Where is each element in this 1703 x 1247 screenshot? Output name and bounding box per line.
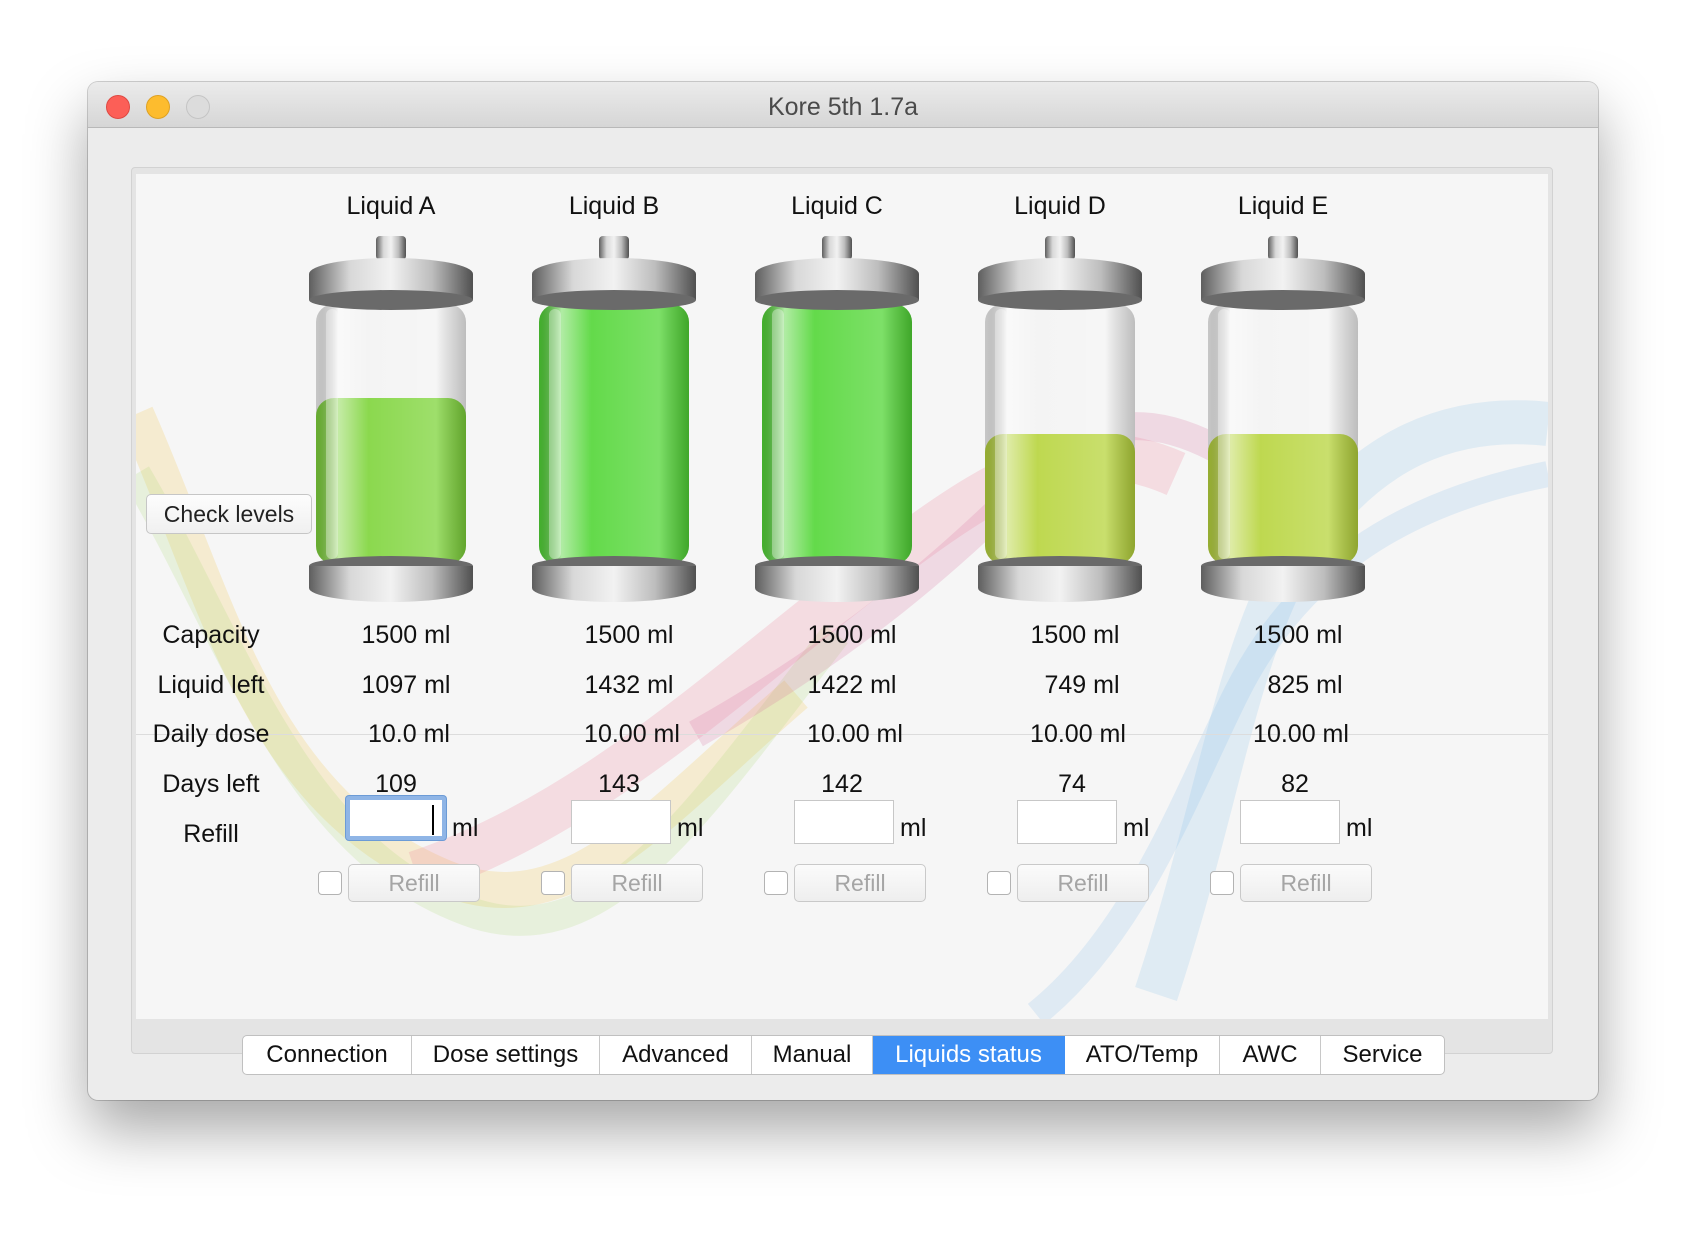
liquid-c-title: Liquid C	[791, 192, 883, 220]
liquid-c-daily-dose: 10.00 ml	[807, 720, 903, 748]
liquid-a-refill-button[interactable]: Refill	[348, 864, 480, 902]
window-title: Kore 5th 1.7a	[767, 93, 919, 121]
daily-dose-label: Daily dose	[152, 720, 270, 748]
liquid-b-unit: ml	[677, 814, 704, 842]
liquid-e-refill-button[interactable]: Refill	[1240, 864, 1372, 902]
liquid-e-daily-dose: 10.00 ml	[1253, 720, 1349, 748]
liquid-a-unit: ml	[452, 814, 479, 842]
liquid-b-capacity: 1500 ml	[584, 621, 674, 649]
liquid-e-unit: ml	[1346, 814, 1373, 842]
tab-bar: Connection Dose settings Advanced Manual…	[242, 1035, 1445, 1075]
liquid-c-refill-checkbox[interactable]	[764, 871, 788, 895]
liquid-d-refill-button[interactable]: Refill	[1017, 864, 1149, 902]
tab-manual[interactable]: Manual	[752, 1036, 873, 1074]
tab-advanced[interactable]: Advanced	[600, 1036, 752, 1074]
liquid-b-daily-dose: 10.00 ml	[584, 720, 680, 748]
liquid-c-refill-input[interactable]	[794, 800, 894, 844]
liquid-b-refill-button[interactable]: Refill	[571, 864, 703, 902]
liquid-e-title: Liquid E	[1237, 192, 1329, 220]
liquid-d-daily-dose: 10.00 ml	[1030, 720, 1126, 748]
tab-awc[interactable]: AWC	[1220, 1036, 1321, 1074]
liquid-e-refill-input[interactable]	[1240, 800, 1340, 844]
liquid-a-refill-checkbox[interactable]	[318, 871, 342, 895]
liquid-e-left: 825 ml	[1267, 671, 1343, 699]
tab-dose-settings[interactable]: Dose settings	[412, 1036, 600, 1074]
liquid-a-title: Liquid A	[346, 192, 436, 220]
title-bar: Kore 5th 1.7a	[88, 82, 1598, 128]
liquid-e-days-left: 82	[1281, 770, 1309, 798]
liquid-b-refill-checkbox[interactable]	[541, 871, 565, 895]
liquid-c-left: 1422 ml	[807, 671, 897, 699]
liquid-a-refill-input[interactable]	[346, 796, 446, 840]
days-left-label: Days left	[162, 770, 260, 798]
text-caret	[432, 805, 434, 835]
liquid-b-title: Liquid B	[568, 192, 660, 220]
tab-connection[interactable]: Connection	[243, 1036, 412, 1074]
liquid-d-unit: ml	[1123, 814, 1150, 842]
tab-liquids-status[interactable]: Liquids status	[873, 1036, 1065, 1074]
liquid-d-capacity: 1500 ml	[1030, 621, 1120, 649]
liquid-c-days-left: 142	[821, 770, 863, 798]
tab-ato-temp[interactable]: ATO/Temp	[1065, 1036, 1220, 1074]
liquid-e-bottle-icon	[1201, 236, 1365, 602]
liquid-d-refill-input[interactable]	[1017, 800, 1117, 844]
liquid-e-capacity: 1500 ml	[1253, 621, 1343, 649]
liquid-a-capacity: 1500 ml	[361, 621, 451, 649]
liquid-b-left: 1432 ml	[584, 671, 674, 699]
liquid-d-refill-checkbox[interactable]	[987, 871, 1011, 895]
liquid-c-unit: ml	[900, 814, 927, 842]
liquid-left-label: Liquid left	[157, 671, 265, 699]
liquid-a-daily-dose: 10.0 ml	[368, 720, 450, 748]
liquid-d-days-left: 74	[1058, 770, 1086, 798]
liquid-d-bottle-icon	[978, 236, 1142, 602]
liquid-d-title: Liquid D	[1014, 192, 1106, 220]
liquids-status-panel: Check levels Liquid A Liquid B Liquid C …	[136, 174, 1548, 1019]
liquid-b-refill-input[interactable]	[571, 800, 671, 844]
capacity-label: Capacity	[162, 621, 260, 649]
liquid-e-refill-checkbox[interactable]	[1210, 871, 1234, 895]
liquid-b-bottle-icon	[532, 236, 696, 602]
liquid-d-left: 749 ml	[1044, 671, 1120, 699]
check-levels-button[interactable]: Check levels	[146, 494, 312, 534]
liquid-c-refill-button[interactable]: Refill	[794, 864, 926, 902]
liquid-a-bottle-icon	[309, 236, 473, 602]
liquid-b-days-left: 143	[598, 770, 640, 798]
liquid-c-bottle-icon	[755, 236, 919, 602]
refill-label: Refill	[183, 820, 239, 848]
tab-service[interactable]: Service	[1321, 1036, 1444, 1074]
liquid-c-capacity: 1500 ml	[807, 621, 897, 649]
liquid-a-left: 1097 ml	[361, 671, 451, 699]
liquid-a-days-left: 109	[375, 770, 417, 798]
